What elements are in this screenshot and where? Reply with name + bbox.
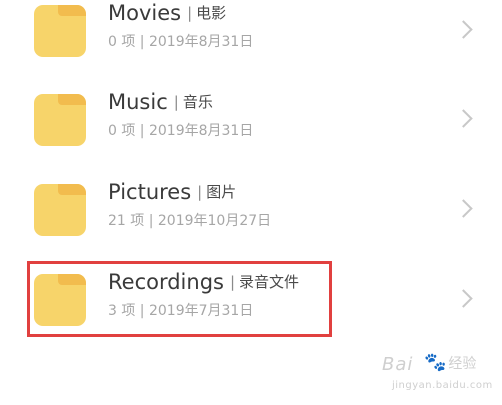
folder-icon — [34, 184, 86, 236]
chevron-right-icon[interactable] — [454, 199, 473, 218]
watermark-logo-suffix: 经验 — [448, 356, 477, 372]
watermark-logo-text: Bai — [382, 354, 414, 375]
list-item-pictures[interactable]: Pictures | 图片 21 项 | 2019年10月27日 — [0, 170, 502, 258]
chevron-right-icon[interactable] — [454, 20, 473, 39]
item-label-zh: 音乐 — [182, 93, 213, 111]
item-meta: 0 项 | 2019年8月31日 — [108, 123, 254, 139]
item-label-zh: 电影 — [196, 4, 227, 22]
item-name: Movies — [108, 1, 182, 25]
watermark-site: jingyan.baidu.com — [392, 380, 493, 391]
item-title: Music | 音乐 — [108, 87, 213, 119]
item-separator: | — [173, 93, 179, 111]
item-name: Pictures — [108, 180, 192, 204]
item-separator: | — [197, 183, 203, 201]
item-separator: | — [187, 4, 193, 22]
item-title: Pictures | 图片 — [108, 177, 236, 209]
baidu-paw-icon: 🐾 经验 — [424, 352, 477, 373]
item-label-zh: 图片 — [206, 183, 237, 201]
item-meta: 21 项 | 2019年10月27日 — [108, 213, 272, 229]
watermark: Bai 🐾 经验 jingyan.baidu.com — [382, 350, 500, 400]
file-list: Movies | 电影 0 项 | 2019年8月31日 Music | 音乐 0 项 … — [0, 0, 502, 405]
folder-icon — [34, 5, 86, 57]
folder-icon — [34, 94, 86, 146]
chevron-right-icon[interactable] — [454, 289, 473, 308]
chevron-right-icon[interactable] — [454, 109, 473, 128]
list-item-music[interactable]: Music | 音乐 0 项 | 2019年8月31日 — [0, 80, 502, 168]
item-meta: 0 项 | 2019年8月31日 — [108, 34, 254, 50]
watermark-logo: Bai — [382, 354, 413, 375]
highlight-box — [27, 261, 332, 337]
list-item-movies[interactable]: Movies | 电影 0 项 | 2019年8月31日 — [0, 0, 502, 79]
item-name: Music — [108, 90, 168, 114]
item-title: Movies | 电影 — [108, 0, 226, 30]
